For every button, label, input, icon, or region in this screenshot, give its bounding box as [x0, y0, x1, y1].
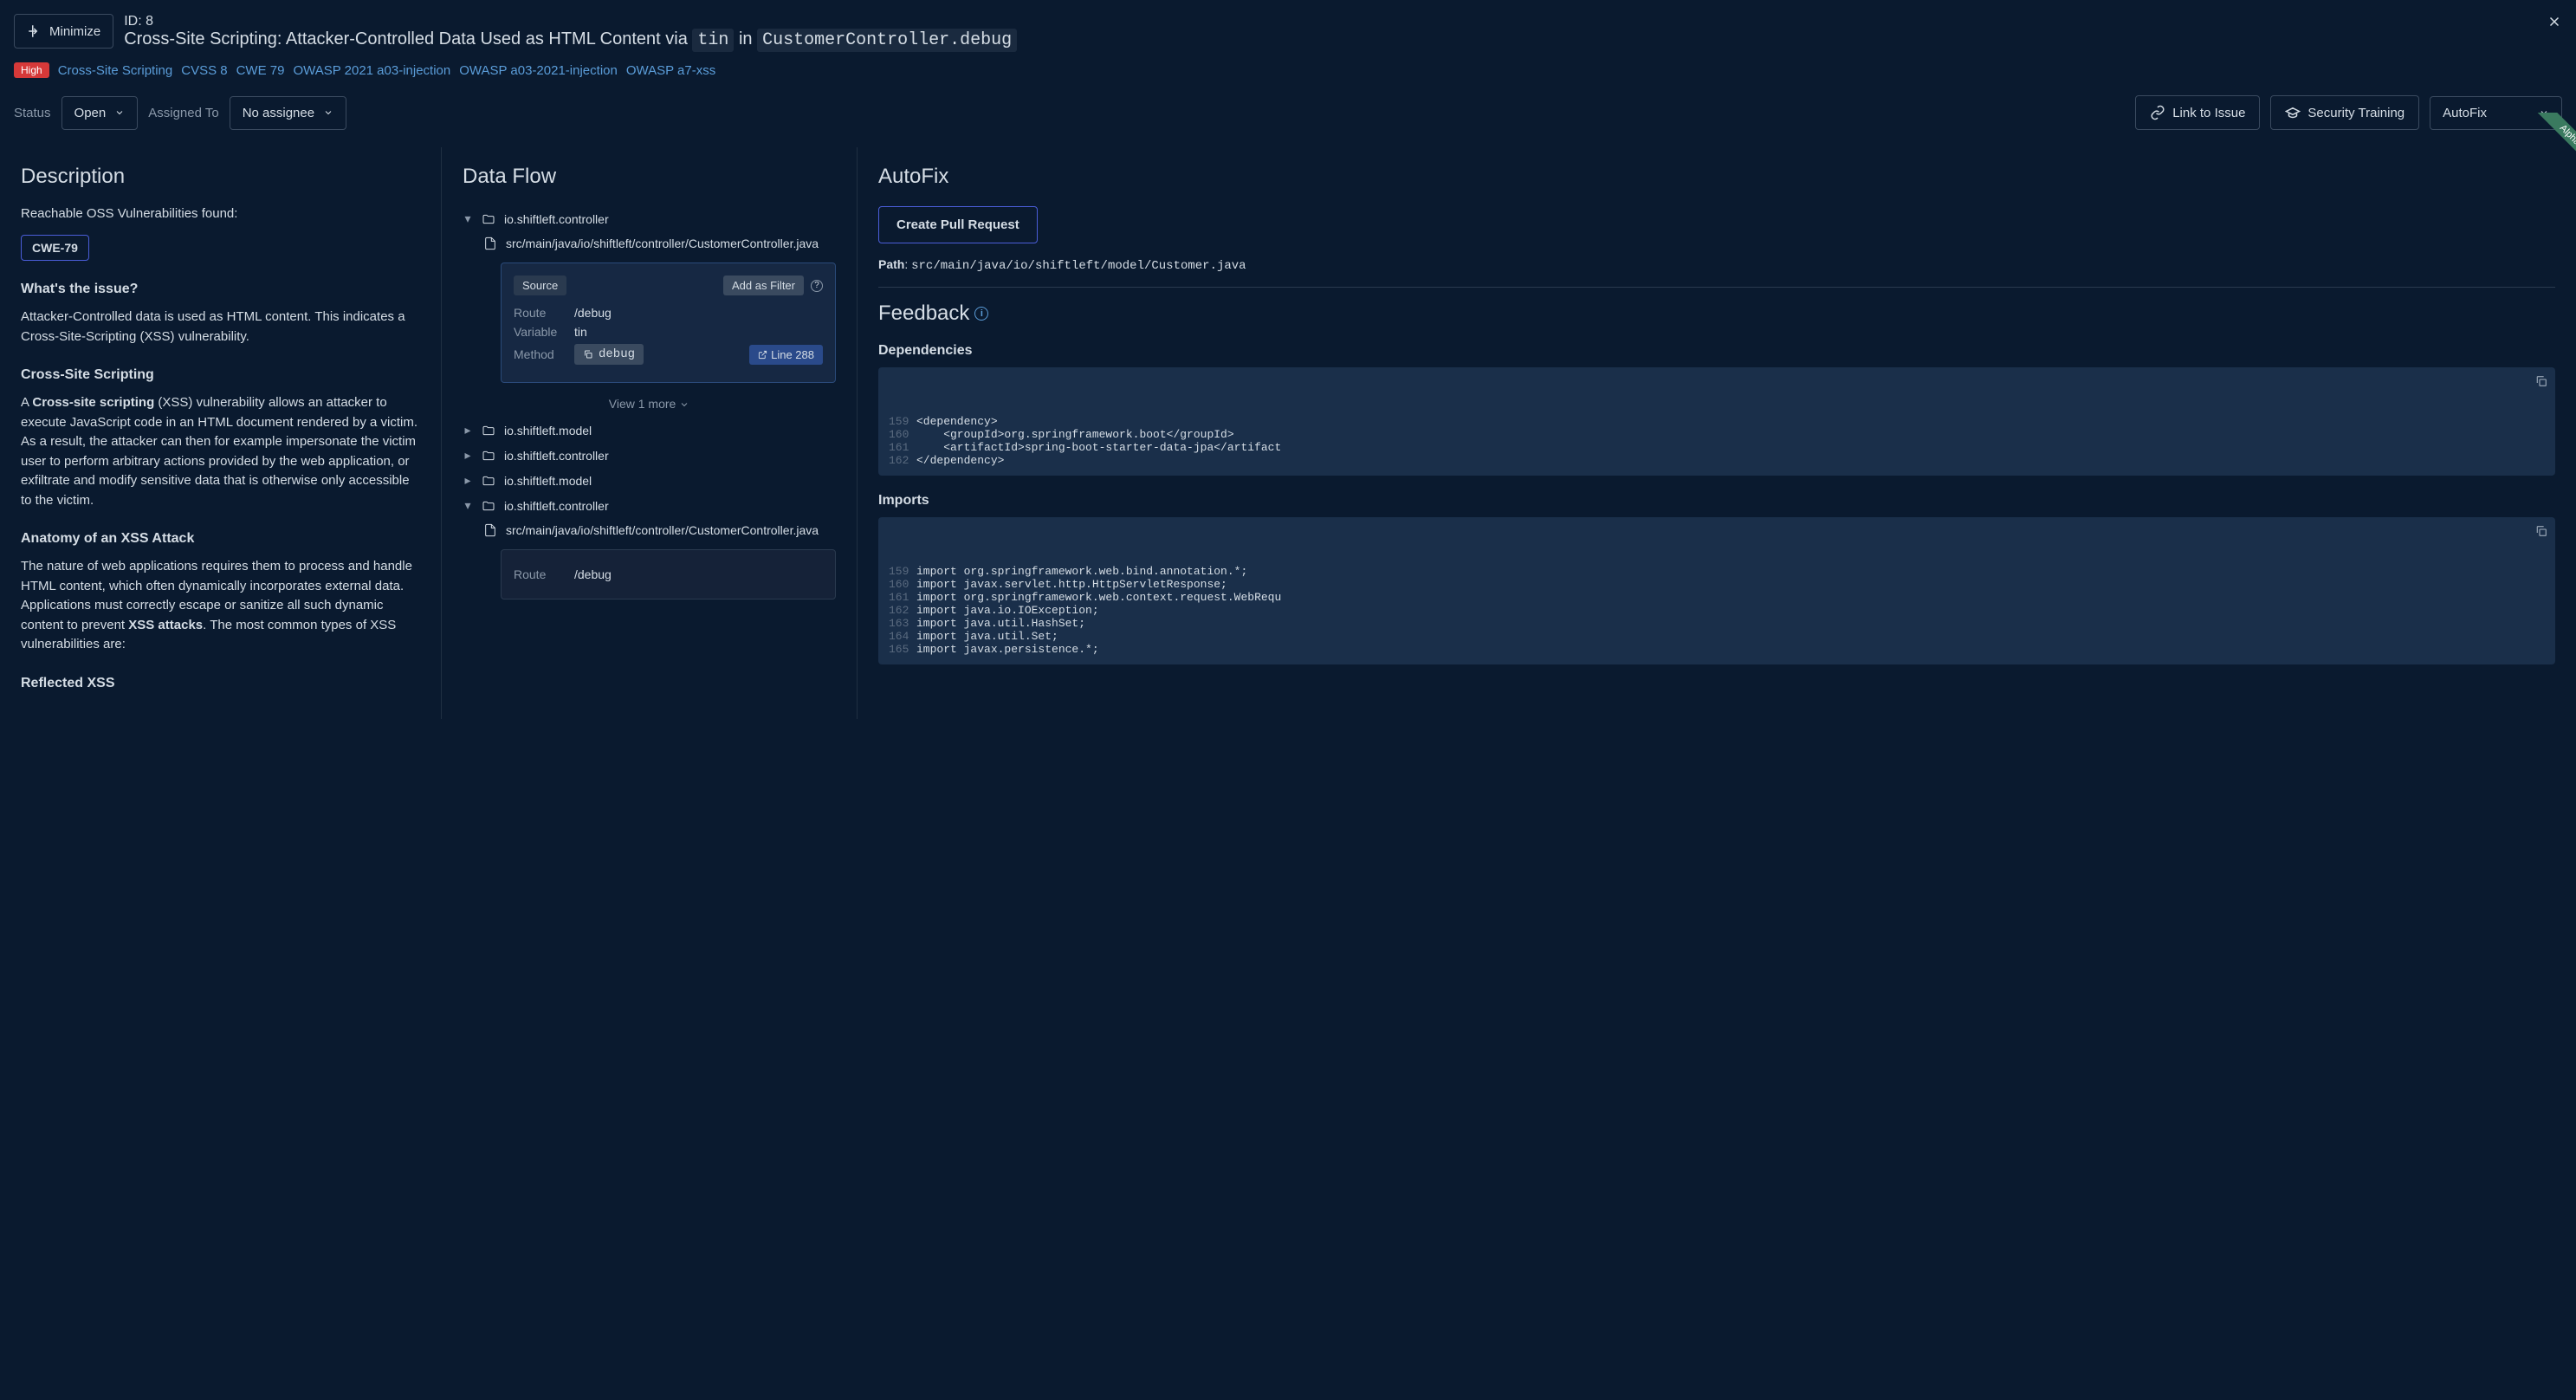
- issue-text: Attacker-Controlled data is used as HTML…: [21, 308, 420, 347]
- method-chip[interactable]: debug: [574, 344, 644, 365]
- link-to-issue-button[interactable]: Link to Issue: [2135, 95, 2260, 130]
- caret-right-icon: ▸: [463, 473, 473, 488]
- imports-heading: Imports: [878, 493, 2555, 509]
- caret-down-icon: ▾: [463, 211, 473, 226]
- xss-heading: Cross-Site Scripting: [21, 367, 420, 383]
- add-filter-button[interactable]: Add as Filter: [723, 275, 804, 295]
- tag-link[interactable]: Cross-Site Scripting: [58, 63, 173, 78]
- route-val: /debug: [574, 567, 612, 581]
- reachable-text: Reachable OSS Vulnerabilities found:: [21, 206, 420, 221]
- whats-issue-heading: What's the issue?: [21, 282, 420, 297]
- close-button[interactable]: [2547, 14, 2562, 35]
- tree-package[interactable]: ▾ io.shiftleft.controller: [463, 206, 836, 231]
- link-icon: [2150, 105, 2165, 120]
- info-icon[interactable]: i: [974, 307, 988, 321]
- security-training-button[interactable]: Security Training: [2270, 95, 2419, 130]
- tree-package[interactable]: ▾ io.shiftleft.controller: [463, 493, 836, 518]
- tag-link[interactable]: OWASP a7-xss: [626, 63, 715, 78]
- caret-right-icon: ▸: [463, 423, 473, 438]
- vuln-id: ID: 8: [124, 14, 2562, 29]
- create-pr-button[interactable]: Create Pull Request: [878, 206, 1038, 243]
- source-card: Source Add as Filter ? Route /debug Vari…: [501, 262, 836, 383]
- vuln-title: Cross-Site Scripting: Attacker-Controlle…: [124, 29, 2562, 50]
- deps-code-block: 159<dependency>160 <groupId>org.springfr…: [878, 367, 2555, 476]
- external-icon: [758, 350, 767, 360]
- minimize-label: Minimize: [49, 24, 100, 39]
- close-icon: [2547, 14, 2562, 29]
- status-label: Status: [14, 106, 51, 120]
- file-icon: [482, 523, 499, 537]
- folder-icon: [480, 474, 497, 488]
- route-val: /debug: [574, 306, 612, 320]
- copy-icon[interactable]: [2534, 374, 2548, 388]
- info-icon[interactable]: ?: [811, 280, 823, 292]
- cwe-button[interactable]: CWE-79: [21, 235, 89, 261]
- tag-link[interactable]: CWE 79: [236, 63, 285, 78]
- graduation-icon: [2285, 105, 2301, 120]
- path-row: Path: src/main/java/io/shiftleft/model/C…: [878, 257, 2555, 273]
- deps-heading: Dependencies: [878, 343, 2555, 359]
- anatomy-heading: Anatomy of an XSS Attack: [21, 531, 420, 547]
- route-label: Route: [514, 306, 566, 320]
- chevron-down-icon: [114, 107, 125, 118]
- severity-badge: High: [14, 62, 49, 78]
- dataflow-title: Data Flow: [463, 165, 836, 189]
- folder-icon: [480, 212, 497, 226]
- source-card: Route /debug: [501, 549, 836, 600]
- anatomy-para: The nature of web applications requires …: [21, 557, 420, 655]
- copy-icon: [583, 349, 593, 360]
- folder-icon: [480, 499, 497, 513]
- tree-package[interactable]: ▸ io.shiftleft.model: [463, 418, 836, 443]
- alpha-badge: Alpha: [2538, 113, 2576, 167]
- file-icon: [482, 237, 499, 250]
- assignee-dropdown[interactable]: No assignee: [230, 96, 346, 130]
- method-label: Method: [514, 347, 566, 361]
- minimize-icon: [27, 23, 42, 39]
- tree-file[interactable]: src/main/java/io/shiftleft/controller/Cu…: [463, 518, 836, 542]
- status-dropdown[interactable]: Open: [61, 96, 139, 130]
- tree-package[interactable]: ▸ io.shiftleft.model: [463, 468, 836, 493]
- tag-link[interactable]: OWASP 2021 a03-injection: [293, 63, 450, 78]
- folder-icon: [480, 449, 497, 463]
- imports-code-block: 159import org.springframework.web.bind.a…: [878, 517, 2555, 664]
- view-more-button[interactable]: View 1 more: [463, 390, 836, 418]
- source-badge: Source: [514, 275, 566, 295]
- tree-file[interactable]: src/main/java/io/shiftleft/controller/Cu…: [463, 231, 836, 256]
- copy-icon[interactable]: [2534, 524, 2548, 538]
- feedback-title: Feedback i: [878, 301, 2555, 326]
- tag-link[interactable]: OWASP a03-2021-injection: [459, 63, 618, 78]
- folder-icon: [480, 424, 497, 438]
- tag-link[interactable]: CVSS 8: [181, 63, 227, 78]
- assigned-label: Assigned To: [148, 106, 218, 120]
- description-title: Description: [21, 165, 420, 189]
- chevron-down-icon: [323, 107, 333, 118]
- variable-label: Variable: [514, 325, 566, 339]
- xss-para: A Cross-site scripting (XSS) vulnerabili…: [21, 393, 420, 510]
- autofix-title: AutoFix: [878, 165, 2555, 189]
- caret-down-icon: ▾: [463, 498, 473, 513]
- route-label: Route: [514, 567, 566, 581]
- chevron-down-icon: [679, 399, 689, 410]
- caret-right-icon: ▸: [463, 448, 473, 463]
- tree-package[interactable]: ▸ io.shiftleft.controller: [463, 443, 836, 468]
- variable-val: tin: [574, 325, 587, 339]
- reflected-heading: Reflected XSS: [21, 676, 420, 691]
- minimize-button[interactable]: Minimize: [14, 14, 113, 49]
- line-link[interactable]: Line 288: [749, 345, 823, 365]
